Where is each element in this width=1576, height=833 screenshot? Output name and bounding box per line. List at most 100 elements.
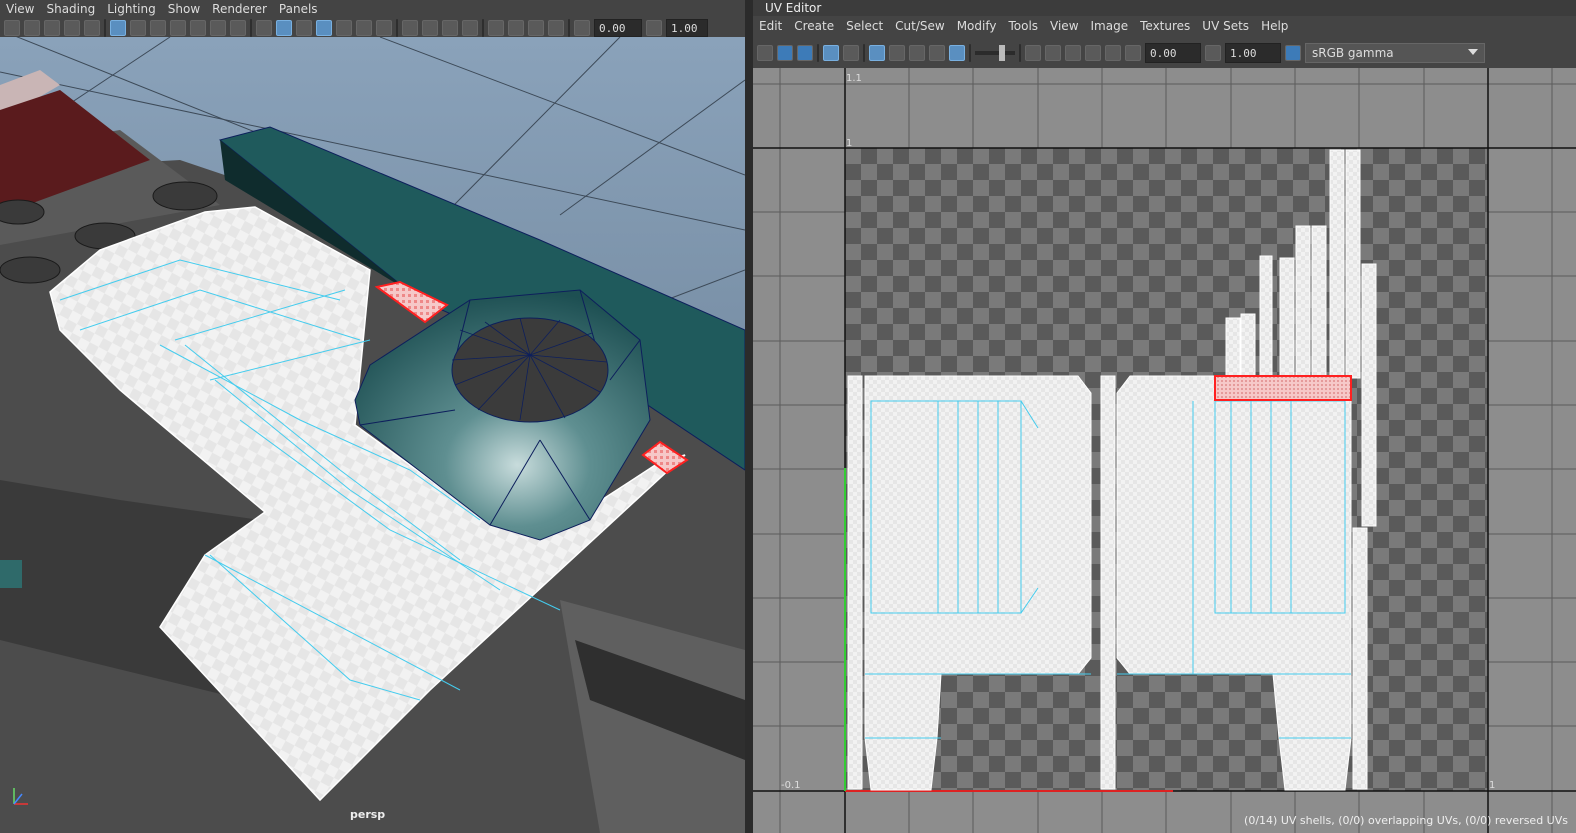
light-icon[interactable]	[356, 20, 372, 36]
film-gate-icon[interactable]	[130, 20, 146, 36]
exposure-field[interactable]	[1145, 43, 1201, 63]
snapshot-icon[interactable]	[909, 45, 925, 61]
safe-action-icon[interactable]	[210, 20, 226, 36]
toolbar-separator	[863, 44, 865, 62]
camera-icon[interactable]	[4, 20, 20, 36]
psd-icon[interactable]	[1105, 45, 1121, 61]
grid-icon[interactable]	[823, 45, 839, 61]
grid-icon[interactable]	[110, 20, 126, 36]
menu-create[interactable]: Create	[788, 19, 840, 33]
menu-view[interactable]: View	[1044, 19, 1084, 33]
image-plane-icon[interactable]	[64, 20, 80, 36]
menu-tools[interactable]: Tools	[1002, 19, 1044, 33]
refresh-icon[interactable]	[1065, 45, 1081, 61]
tick-label-neg: -0.1	[781, 780, 801, 791]
perspective-viewport[interactable]: View Shading Lighting Show Renderer Pane…	[0, 0, 745, 833]
gate-mask-icon[interactable]	[170, 20, 186, 36]
xray-icon[interactable]	[508, 20, 524, 36]
uv-menubar: Edit Create Select Cut/Sew Modify Tools …	[753, 16, 1576, 36]
exposure-icon[interactable]	[574, 20, 590, 36]
rgb-icon[interactable]	[929, 45, 945, 61]
viewport-scene[interactable]	[0, 37, 745, 833]
axis-gizmo	[13, 788, 28, 805]
menu-view[interactable]: View	[0, 2, 40, 16]
depth-of-field-icon[interactable]	[462, 20, 478, 36]
wireframe-on-shaded-icon[interactable]	[296, 20, 312, 36]
pencil-icon[interactable]	[84, 20, 100, 36]
textured-icon[interactable]	[316, 20, 332, 36]
panel-divider[interactable]	[745, 0, 753, 833]
color-space-value: sRGB gamma	[1312, 46, 1394, 60]
checker-icon[interactable]	[336, 20, 352, 36]
exposure-icon[interactable]	[1125, 45, 1141, 61]
display-image-icon[interactable]	[949, 45, 965, 61]
menu-renderer[interactable]: Renderer	[206, 2, 273, 16]
resolution-gate-icon[interactable]	[150, 20, 166, 36]
menu-uv-sets[interactable]: UV Sets	[1196, 19, 1255, 33]
viewport-menubar: View Shading Lighting Show Renderer Pane…	[0, 0, 745, 18]
uv-editor-title: UV Editor	[753, 0, 1576, 16]
toolbar-separator	[1019, 44, 1021, 62]
xray-joints-icon[interactable]	[528, 20, 544, 36]
dim-slider[interactable]	[975, 45, 1015, 61]
uv-grid-view[interactable]: 1.1 1 -0.1 1	[753, 68, 1576, 833]
uv-shade-icon[interactable]	[777, 45, 793, 61]
color-space-icon[interactable]	[1285, 45, 1301, 61]
teal-corner-block	[0, 560, 22, 588]
checker-icon[interactable]	[869, 45, 885, 61]
gamma-field[interactable]	[666, 19, 708, 37]
tick-label-one-v: 1	[846, 138, 852, 149]
toolbar-separator	[250, 19, 252, 37]
tick-label-one-u: 1	[1489, 780, 1495, 791]
uv-distortion-icon[interactable]	[797, 45, 813, 61]
gamma-icon[interactable]	[1205, 45, 1221, 61]
safe-title-icon[interactable]	[230, 20, 246, 36]
shadows-icon[interactable]	[376, 20, 392, 36]
menu-shading[interactable]: Shading	[40, 2, 101, 16]
tick-label-top: 1.1	[846, 73, 862, 84]
dim-image-icon[interactable]	[889, 45, 905, 61]
color-space-dropdown[interactable]: sRGB gamma	[1305, 43, 1485, 63]
uv-shell-left-leg	[864, 673, 942, 791]
pixel-snap-icon[interactable]	[843, 45, 859, 61]
menu-edit[interactable]: Edit	[753, 19, 788, 33]
gamma-field[interactable]	[1225, 43, 1281, 63]
camera-label: persp	[350, 808, 386, 821]
uv-status-bar: (0/14) UV shells, (0/0) overlapping UVs,…	[1244, 814, 1568, 827]
dome-fan	[451, 317, 609, 423]
isolate-icon[interactable]	[488, 20, 504, 36]
wireframe-icon[interactable]	[256, 20, 272, 36]
gamma-icon[interactable]	[646, 20, 662, 36]
menu-help[interactable]: Help	[1255, 19, 1294, 33]
toolbar-separator	[396, 19, 398, 37]
selected-uv-face[interactable]	[1214, 375, 1352, 401]
menu-lighting[interactable]: Lighting	[101, 2, 162, 16]
backface-icon[interactable]	[548, 20, 564, 36]
toolbar-separator	[969, 44, 971, 62]
menu-select[interactable]: Select	[840, 19, 889, 33]
uv-border-icon[interactable]	[1085, 45, 1101, 61]
screen-space-ao-icon[interactable]	[402, 20, 418, 36]
uv-sets-icon[interactable]	[1025, 45, 1041, 61]
menu-cut-sew[interactable]: Cut/Sew	[889, 19, 951, 33]
field-chart-icon[interactable]	[190, 20, 206, 36]
toolbar-separator	[817, 44, 819, 62]
image-range-icon[interactable]	[1045, 45, 1061, 61]
viewport-toolbar	[0, 18, 745, 38]
menu-show[interactable]: Show	[162, 2, 206, 16]
toolbar-separator	[104, 19, 106, 37]
menu-image[interactable]: Image	[1085, 19, 1135, 33]
toolbar-separator	[568, 19, 570, 37]
anti-aliasing-icon[interactable]	[442, 20, 458, 36]
uv-shell-right	[1116, 375, 1352, 675]
exposure-field[interactable]	[594, 19, 642, 37]
uv-shell-icon[interactable]	[757, 45, 773, 61]
motion-blur-icon[interactable]	[422, 20, 438, 36]
bookmark-icon[interactable]	[44, 20, 60, 36]
menu-textures[interactable]: Textures	[1134, 19, 1196, 33]
menu-modify[interactable]: Modify	[951, 19, 1003, 33]
camera-attributes-icon[interactable]	[24, 20, 40, 36]
uv-shell-right-leg	[1272, 673, 1352, 791]
menu-panels[interactable]: Panels	[273, 2, 324, 16]
shaded-icon[interactable]	[276, 20, 292, 36]
